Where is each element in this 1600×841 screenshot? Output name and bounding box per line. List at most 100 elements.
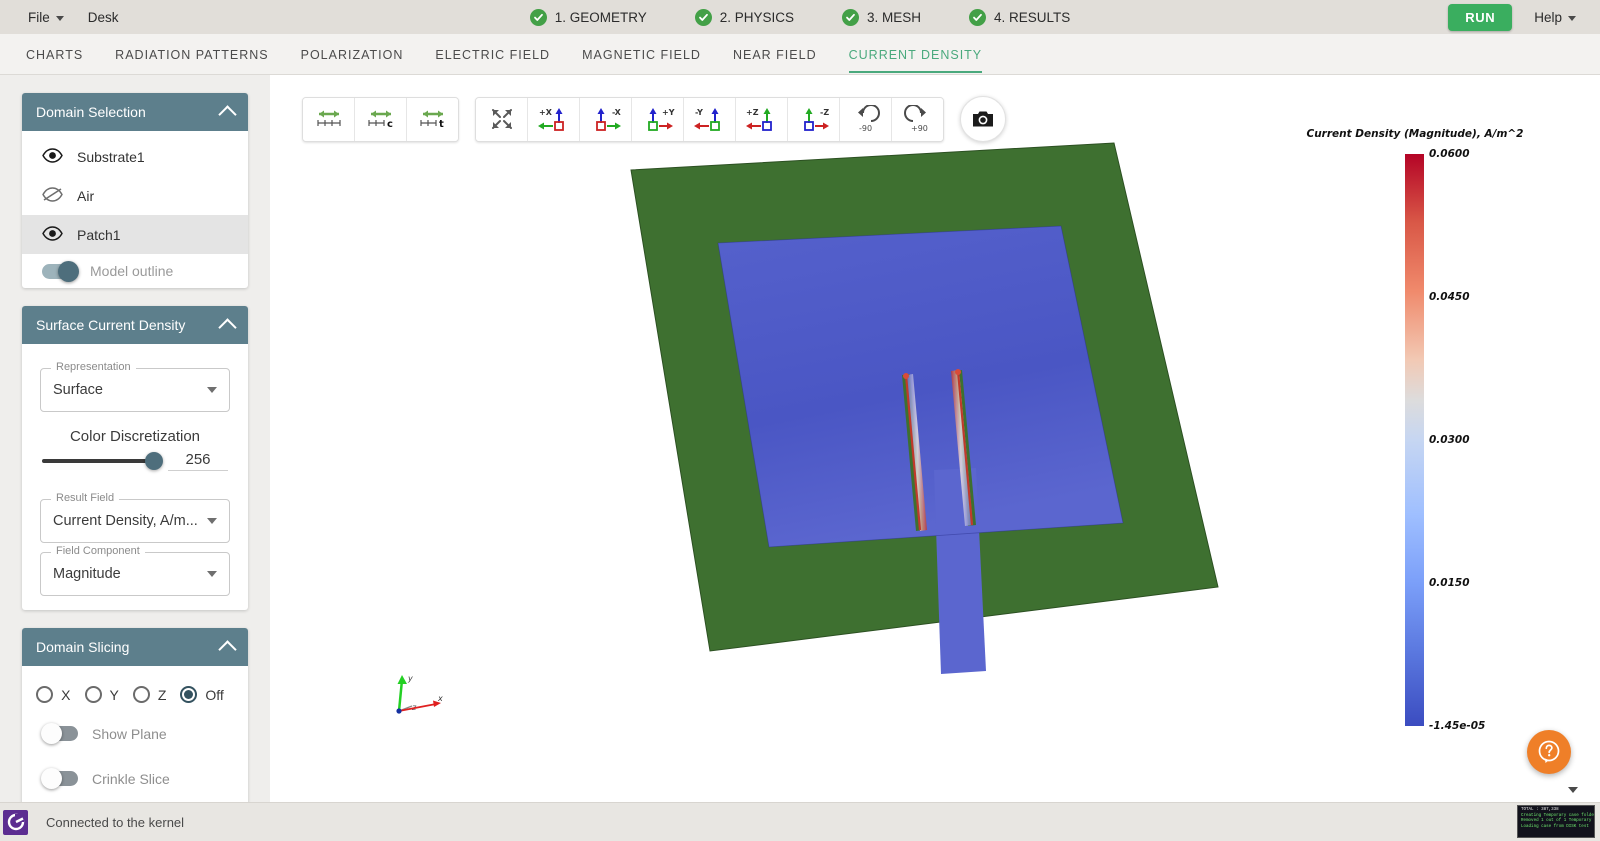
radio-slice-x[interactable] [36,686,54,703]
panel-domain-slicing-title: Domain Slicing [36,639,130,655]
field-component-legend: Field Component [51,545,145,557]
radio-slice-y-label: Y [109,686,119,703]
kernel-status-text: Connected to the kernel [46,814,185,830]
chevron-down-icon [55,15,64,21]
crinkle-slice-switch[interactable] [41,768,78,789]
view-minus-x-button[interactable]: -X [580,97,632,141]
axis-label-x: x [437,694,443,703]
result-field-legend: Result Field [51,492,120,504]
panel-domain-selection-title: Domain Selection [36,104,146,120]
tab-charts[interactable]: CHARTS [10,36,99,73]
switch-knob [41,723,62,744]
svg-text:-Z: -Z [820,108,829,117]
scale-axes-t-button[interactable]: t [407,97,458,141]
results-tab-bar: CHARTS RADIATION PATTERNS POLARIZATION E… [0,34,1600,75]
slicing-axis-radio-group: X Y Z Off [22,672,248,711]
chevron-up-icon [218,317,237,337]
tab-radiation-patterns[interactable]: RADIATION PATTERNS [99,36,284,73]
tab-magnetic-field[interactable]: MAGNETIC FIELD [566,36,717,73]
show-plane-toggle-row[interactable]: Show Plane [22,711,248,756]
model-outline-switch[interactable] [42,260,79,282]
switch-knob [58,260,79,282]
panel-domain-selection-header[interactable]: Domain Selection [22,93,248,131]
view-minus-z-button[interactable]: -Z [788,97,840,141]
radio-slice-z-label: Z [157,686,167,703]
model-outline-toggle-row[interactable]: Model outline [22,254,248,288]
step-results-label: 4. RESULTS [994,9,1071,25]
color-discretization-slider-row: 256 [22,451,248,477]
domain-row-substrate1[interactable]: Substrate1 [22,137,248,176]
tab-near-field[interactable]: NEAR FIELD [717,36,833,73]
representation-select[interactable]: Representation Surface [40,361,230,412]
menu-item-help[interactable]: Help [1522,6,1588,29]
terminal-window-thumbnail[interactable]: TOTAL : 387,338 Creating Temporary case … [1517,805,1595,838]
scale-axes-button[interactable] [303,97,355,141]
view-plus-y-button[interactable]: +Y [632,97,684,141]
run-button[interactable]: RUN [1448,3,1513,31]
toolbar-group-views: +X -X +Y -Y +Z -Z -90 +90 [475,96,944,142]
rotate-cw-button[interactable]: +90 [892,97,943,141]
menu-item-file[interactable]: File [16,6,76,29]
radio-slice-y[interactable] [84,686,102,703]
radio-slice-off-label: Off [205,686,224,703]
color-discretization-slider[interactable] [42,452,163,470]
show-plane-switch[interactable] [41,723,78,744]
radio-slice-off[interactable] [180,686,198,703]
show-plane-label: Show Plane [92,725,167,742]
step-physics[interactable]: 2. PHYSICS [694,8,794,26]
status-bar: Connected to the kernel TOTAL : 387,338 … [0,787,1600,841]
view-minus-y-button[interactable]: -Y [684,97,736,141]
view-plus-z-button[interactable]: +Z [736,97,788,141]
step-geometry[interactable]: 1. GEOMETRY [529,8,647,26]
chevron-down-icon [1568,15,1576,21]
panel-domain-slicing-header[interactable]: Domain Slicing [22,628,248,666]
application-window: File Desk 1. GEOMETRY 2. PHYSICS 3. MESH… [0,0,1600,841]
domain-row-air[interactable]: Air [22,176,248,215]
eye-hidden-icon[interactable] [42,186,63,205]
panel-surface-current-density-title: Surface Current Density [36,317,186,333]
tab-current-density[interactable]: CURRENT DENSITY [833,36,999,73]
eye-visible-icon[interactable] [42,225,63,244]
eye-visible-icon[interactable] [42,147,63,166]
panel-surface-current-density-header[interactable]: Surface Current Density [22,306,248,344]
step-mesh[interactable]: 3. MESH [842,8,921,26]
chevron-down-icon[interactable] [1568,787,1578,793]
menu-bar-left: File Desk [0,6,131,29]
panel-domain-selection-body: Substrate1 Air Patch1 Model outline [22,131,248,288]
tab-polarization[interactable]: POLARIZATION [285,36,420,73]
menu-item-desk-label: Desk [87,9,119,25]
slider-thumb[interactable] [145,452,163,470]
svg-text:-Y: -Y [695,108,703,117]
rotate-ccw-button[interactable]: -90 [840,97,892,141]
field-component-select[interactable]: Field Component Magnitude [40,545,230,596]
terminal-line: Removed 1 out of 1 Temporary [1521,819,1592,824]
svg-text:-X: -X [612,108,622,117]
check-circle-icon [969,8,987,26]
radio-slice-z[interactable] [132,686,150,703]
view-plus-x-button[interactable]: +X [528,97,580,141]
chevron-down-icon [207,518,217,524]
menu-item-file-label: File [28,9,50,25]
panel-surface-current-density-body: Representation Surface Color Discretizat… [22,344,248,610]
crinkle-slice-toggle-row[interactable]: Crinkle Slice [22,756,248,801]
switch-knob [41,768,62,789]
workflow-steps: 1. GEOMETRY 2. PHYSICS 3. MESH 4. RESULT… [0,0,1600,34]
menu-item-desk[interactable]: Desk [76,6,131,29]
result-field-select[interactable]: Result Field Current Density, A/m... [40,492,230,543]
color-discretization-value[interactable]: 256 [168,451,228,471]
panel-domain-slicing: Domain Slicing X Y Z Off Show Plane Crin… [22,628,248,802]
help-floating-button[interactable] [1527,730,1571,774]
scale-axes-c-button[interactable]: c [355,97,407,141]
step-results[interactable]: 4. RESULTS [969,8,1071,26]
help-question-icon [1538,740,1560,763]
screenshot-camera-button[interactable] [960,96,1006,142]
fit-to-view-button[interactable] [476,97,528,141]
domain-row-patch1[interactable]: Patch1 [22,215,248,254]
colorbar-title: Current Density (Magnitude), A/m^2 [1306,128,1524,140]
render-viewport[interactable]: c t +X -X +Y -Y +Z -Z -90 +90 y x Curren… [286,75,1600,802]
tab-electric-field[interactable]: ELECTRIC FIELD [419,36,566,73]
result-field-value: Current Density, A/m... [53,513,198,529]
sidebar-scroll-content: Domain Selection Substrate1 Air Patch1 M… [0,75,270,802]
viewport-toolbar: c t +X -X +Y -Y +Z -Z -90 +90 [302,96,1006,142]
domain-label: Patch1 [77,226,121,243]
